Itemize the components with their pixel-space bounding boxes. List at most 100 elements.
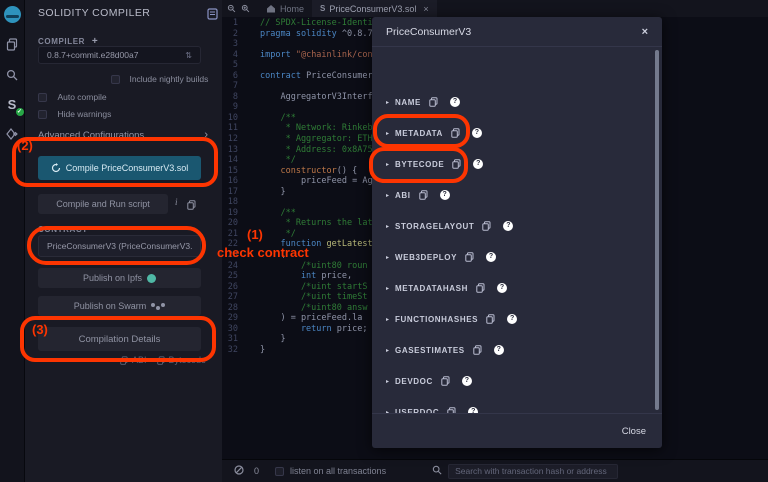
code-line: 12 * Aggregator: ETH/U xyxy=(222,134,393,145)
copy-icon[interactable] xyxy=(441,376,450,386)
deploy-run-icon[interactable] xyxy=(4,126,21,143)
modal-row-gasestimates[interactable]: ▸GASESTIMATES? xyxy=(372,343,662,357)
copy-icon[interactable] xyxy=(476,283,485,293)
zoom-out-icon[interactable] xyxy=(227,0,236,18)
line-number: 9 xyxy=(222,102,238,113)
line-number: 17 xyxy=(222,187,238,198)
file-explorer-icon[interactable] xyxy=(4,36,21,53)
code-line: 11 * Network: Rinkeby xyxy=(222,123,393,134)
expand-arrow-icon[interactable]: ▸ xyxy=(386,130,389,137)
remix-logo[interactable] xyxy=(4,6,21,23)
copy-icon[interactable] xyxy=(482,221,491,231)
help-icon[interactable]: ? xyxy=(462,376,472,386)
line-number: 25 xyxy=(222,271,238,282)
expand-arrow-icon[interactable]: ▸ xyxy=(386,99,389,106)
help-icon[interactable]: ? xyxy=(486,252,496,262)
help-icon[interactable]: ? xyxy=(507,314,517,324)
clear-transactions-icon[interactable] xyxy=(234,462,244,480)
auto-compile-checkbox[interactable] xyxy=(38,93,47,102)
compiler-version-select[interactable]: 0.8.7+commit.e28d00a7 ⇅ xyxy=(38,46,201,64)
code-line: 21 */ xyxy=(222,229,393,240)
copy-bytecode-icon[interactable] xyxy=(157,356,165,365)
expand-arrow-icon[interactable]: ▸ xyxy=(386,378,389,385)
info-icon[interactable]: i xyxy=(175,197,178,207)
code-content[interactable]: 1// SPDX-License-Identifier2pragma solid… xyxy=(222,18,393,356)
compiled-check-badge: ✓ xyxy=(16,108,24,116)
expand-arrow-icon[interactable]: ▸ xyxy=(386,254,389,261)
help-icon[interactable]: ? xyxy=(473,159,483,169)
modal-row-name[interactable]: ▸NAME? xyxy=(372,95,662,109)
help-icon[interactable]: ? xyxy=(494,345,504,355)
compilation-details-modal: PriceConsumerV3 × ▸NAME? ▸METADATA? ▸BYTEC… xyxy=(372,17,662,448)
publish-swarm-button[interactable]: Publish on Swarm xyxy=(38,296,201,316)
advanced-configurations-toggle[interactable]: Advanced Configurations › xyxy=(38,130,208,141)
modal-row-web3deploy[interactable]: ▸WEB3DEPLOY? xyxy=(372,250,662,264)
modal-row-metadatahash[interactable]: ▸METADATAHASH? xyxy=(372,281,662,295)
transaction-search-input[interactable] xyxy=(448,464,618,479)
code-line: 27 /*uint timeSt xyxy=(222,292,393,303)
expand-arrow-icon[interactable]: ▸ xyxy=(386,223,389,230)
modal-row-userdoc[interactable]: ▸USERDOC? xyxy=(372,405,662,413)
help-icon[interactable]: ? xyxy=(450,97,460,107)
panel-docs-icon[interactable] xyxy=(207,7,218,25)
publish-ipfs-button[interactable]: Publish on Ipfs xyxy=(38,268,201,288)
close-tab-icon[interactable]: × xyxy=(423,4,428,14)
modal-row-functionhashes[interactable]: ▸FUNCTIONHASHES? xyxy=(372,312,662,326)
copy-script-icon[interactable] xyxy=(187,197,196,215)
line-number: 14 xyxy=(222,155,238,166)
line-number: 27 xyxy=(222,292,238,303)
compile-and-run-button[interactable]: Compile and Run script xyxy=(38,194,168,214)
hide-warnings-checkbox[interactable] xyxy=(38,110,47,119)
copy-icon[interactable] xyxy=(486,314,495,324)
terminal-search-icon xyxy=(432,462,442,480)
tab-priceconsumerv3[interactable]: S PriceConsumerV3.sol × xyxy=(312,0,437,17)
code-line: 24 /*uint80 roun xyxy=(222,261,393,272)
hide-warnings-row: Hide warnings xyxy=(38,106,111,124)
expand-arrow-icon[interactable]: ▸ xyxy=(386,316,389,323)
tab-home[interactable]: Home xyxy=(258,0,312,17)
line-number: 19 xyxy=(222,208,238,219)
modal-row-abi[interactable]: ▸ABI? xyxy=(372,188,662,202)
code-line: 23 ( xyxy=(222,250,393,261)
modal-scrollbar[interactable] xyxy=(655,50,659,410)
expand-arrow-icon[interactable]: ▸ xyxy=(386,161,389,168)
copy-icon[interactable] xyxy=(451,128,460,138)
compile-button[interactable]: Compile PriceConsumerV3.sol xyxy=(38,156,201,180)
transaction-count: 0 xyxy=(254,466,259,476)
expand-arrow-icon[interactable]: ▸ xyxy=(386,192,389,199)
modal-row-metadata[interactable]: ▸METADATA? xyxy=(372,126,662,140)
contract-select[interactable]: PriceConsumerV3 (PriceConsumerV3.s xyxy=(38,235,201,257)
expand-arrow-icon[interactable]: ▸ xyxy=(386,347,389,354)
code-line: 6contract PriceConsumerV3 xyxy=(222,71,393,82)
search-icon[interactable] xyxy=(4,66,21,83)
modal-header: PriceConsumerV3 × xyxy=(372,17,662,47)
copy-icon[interactable] xyxy=(452,159,461,169)
copy-icon[interactable] xyxy=(419,190,428,200)
modal-row-devdoc[interactable]: ▸DEVDOC? xyxy=(372,374,662,388)
copy-icon[interactable] xyxy=(465,252,474,262)
code-line: 5 xyxy=(222,60,393,71)
panel-title: SOLIDITY COMPILER xyxy=(38,7,150,19)
expand-arrow-icon[interactable]: ▸ xyxy=(386,285,389,292)
line-number: 1 xyxy=(222,18,238,29)
close-button[interactable]: Close xyxy=(622,426,646,437)
copy-abi-icon[interactable] xyxy=(120,356,128,365)
line-number: 21 xyxy=(222,229,238,240)
help-icon[interactable]: ? xyxy=(503,221,513,231)
copy-icon[interactable] xyxy=(473,345,482,355)
chevron-right-icon: › xyxy=(204,130,208,141)
modal-close-icon[interactable]: × xyxy=(642,26,648,38)
modal-row-storagelayout[interactable]: ▸STORAGELAYOUT? xyxy=(372,219,662,233)
solidity-file-icon: S xyxy=(320,4,325,13)
compilation-details-button[interactable]: Compilation Details xyxy=(38,327,201,351)
help-icon[interactable]: ? xyxy=(497,283,507,293)
help-icon[interactable]: ? xyxy=(472,128,482,138)
modal-row-bytecode[interactable]: ▸BYTECODE? xyxy=(372,157,662,171)
solidity-compiler-icon[interactable]: S✓ xyxy=(4,96,21,113)
nightly-builds-checkbox[interactable] xyxy=(111,75,120,84)
line-number: 11 xyxy=(222,123,238,134)
zoom-in-icon[interactable] xyxy=(241,0,250,18)
listen-transactions-checkbox[interactable] xyxy=(275,467,284,476)
copy-icon[interactable] xyxy=(429,97,438,107)
help-icon[interactable]: ? xyxy=(440,190,450,200)
